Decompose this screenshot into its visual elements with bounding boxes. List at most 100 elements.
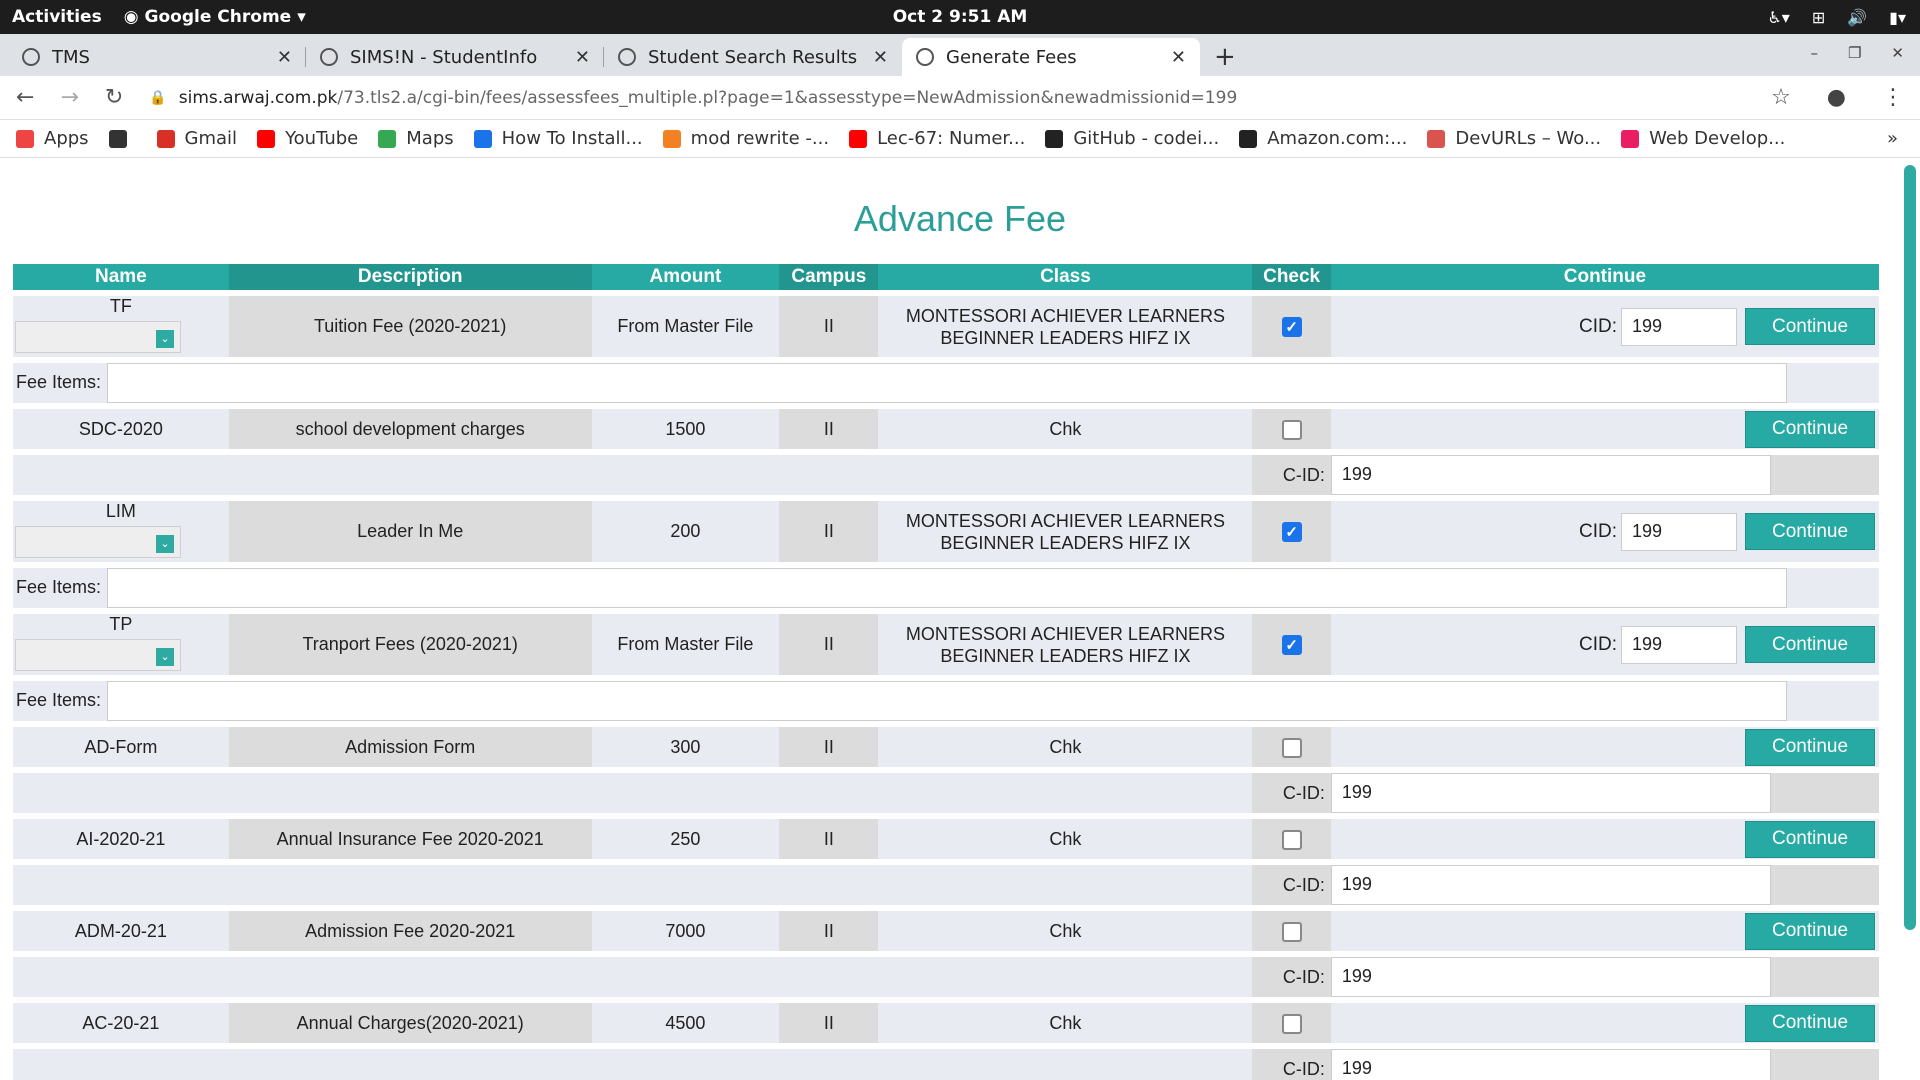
cid-input[interactable]: 199 (1621, 307, 1737, 346)
bookmark-item[interactable]: mod rewrite -... (662, 128, 830, 149)
fee-checkbox[interactable]: ✓ (1281, 317, 1302, 338)
bookmark-item[interactable]: Gmail (156, 128, 237, 149)
cid2-input[interactable]: 199 (1330, 1049, 1771, 1080)
continue-button[interactable]: Continue (1745, 912, 1875, 950)
fee-checkbox[interactable] (1281, 1013, 1302, 1034)
back-icon[interactable]: ← (16, 85, 34, 110)
cid2-cell: 199 (1330, 773, 1879, 813)
close-window-icon[interactable]: ✕ (1891, 44, 1904, 62)
fee-items-label: Fee Items: (16, 689, 102, 710)
cid2-input[interactable]: 199 (1330, 957, 1771, 997)
globe-icon (916, 48, 934, 66)
fee-checkbox[interactable] (1281, 829, 1302, 850)
fee-amount: From Master File (591, 614, 780, 675)
scrollbar[interactable] (1904, 165, 1916, 930)
fee-items-input[interactable] (107, 363, 1788, 403)
fee-campus: II (779, 911, 879, 951)
cid2-input[interactable]: 199 (1330, 773, 1771, 813)
fee-class: Chk (878, 911, 1253, 951)
star-icon[interactable]: ☆ (1771, 85, 1791, 110)
accessibility-icon[interactable]: ♿▾ (1767, 8, 1789, 27)
fee-name-select[interactable]: ⌄ (15, 321, 181, 353)
clock[interactable]: Oct 2 9:51 AM (893, 7, 1028, 27)
fee-row: SDC-2020 school development charges 1500 II… (13, 409, 1879, 449)
minimize-icon[interactable]: – (1810, 44, 1818, 62)
bookmark-label: Lec-67: Numer... (877, 128, 1026, 149)
volume-icon[interactable]: 🔊 (1847, 8, 1867, 27)
fee-name-cell: ADM-20-21 (13, 911, 229, 951)
tab-generate-fees[interactable]: Generate Fees ✕ (902, 38, 1200, 76)
fee-amount: 300 (591, 727, 780, 767)
bookmark-item[interactable]: GitHub - codei... (1045, 128, 1219, 149)
fee-items-input[interactable] (107, 681, 1788, 721)
bookmark-item[interactable]: YouTube (257, 128, 358, 149)
bookmark-item[interactable] (108, 129, 137, 148)
bookmark-item[interactable]: DevURLs – Wo... (1427, 128, 1601, 149)
continue-button[interactable]: Continue (1745, 513, 1875, 550)
continue-button[interactable]: Continue (1745, 1004, 1875, 1042)
fee-amount: 250 (591, 819, 780, 859)
tab-studentinfo[interactable]: SIMS!N - StudentInfo ✕ (306, 38, 604, 76)
lock-icon[interactable]: 🔒 (149, 90, 166, 106)
fee-checkbox[interactable] (1281, 737, 1302, 758)
fee-checkbox[interactable] (1281, 419, 1302, 440)
bookmark-item[interactable]: Amazon.com:... (1239, 128, 1407, 149)
bookmark-item[interactable]: Web Develop... (1621, 128, 1785, 149)
bookmarks-overflow-icon[interactable]: » (1887, 128, 1898, 149)
close-icon[interactable]: ✕ (1171, 47, 1186, 68)
gmail-icon (156, 129, 175, 148)
tab-tms[interactable]: TMS ✕ (8, 38, 306, 76)
close-icon[interactable]: ✕ (575, 47, 590, 68)
bookmark-label: mod rewrite -... (690, 128, 830, 149)
fee-row: TF ⌄ Tuition Fee (2020-2021) From Master Fi… (13, 296, 1879, 357)
cid-input[interactable]: 199 (1621, 512, 1737, 551)
fee-campus: II (779, 1003, 879, 1043)
cid-row-spacer (13, 1049, 1253, 1080)
fee-name-cell: LIM ⌄ (13, 501, 229, 562)
network-icon[interactable]: ⊞ (1812, 8, 1825, 27)
reload-icon[interactable]: ↻ (105, 85, 123, 110)
bookmark-item[interactable]: Lec-67: Numer... (849, 128, 1025, 149)
continue-cell: CID: 199 Continue (1330, 614, 1879, 675)
continue-button[interactable]: Continue (1745, 728, 1875, 766)
cid2-input[interactable]: 199 (1330, 865, 1771, 905)
system-tray[interactable]: ♿▾ ⊞ 🔊 ▮▾ (1767, 8, 1906, 27)
app-menu[interactable]: ◉ Google Chrome ▾ (124, 7, 306, 27)
restore-icon[interactable]: ❐ (1848, 44, 1861, 62)
menu-icon[interactable]: ⋮ (1882, 85, 1904, 110)
fee-items-label: Fee Items: (16, 576, 102, 597)
fee-checkbox[interactable]: ✓ (1281, 522, 1302, 543)
fee-campus: II (779, 727, 879, 767)
close-icon[interactable]: ✕ (277, 47, 292, 68)
fee-checkbox[interactable] (1281, 921, 1302, 942)
fee-items-input[interactable] (107, 568, 1788, 608)
header-description: Description (228, 264, 592, 290)
fee-description: Admission Fee 2020-2021 (228, 911, 592, 951)
fee-items-cell: Fee Items: (13, 363, 1879, 403)
cid-input[interactable]: 199 (1621, 625, 1737, 664)
tab-label: SIMS!N - StudentInfo (350, 46, 538, 68)
activities-button[interactable]: Activities (12, 7, 102, 27)
fee-checkbox[interactable]: ✓ (1281, 635, 1302, 656)
cid2-label: C-ID: (1252, 455, 1331, 495)
continue-button[interactable]: Continue (1745, 410, 1875, 448)
chevron-down-icon: ⌄ (156, 535, 174, 553)
bookmark-item[interactable]: Maps (378, 128, 454, 149)
cid2-input[interactable]: 199 (1330, 455, 1771, 495)
continue-button[interactable]: Continue (1745, 626, 1875, 663)
close-icon[interactable]: ✕ (873, 47, 888, 68)
tab-student-search[interactable]: Student Search Results ✕ (604, 38, 902, 76)
battery-icon[interactable]: ▮▾ (1889, 8, 1906, 27)
url-field[interactable]: 🔒 sims.arwaj.com.pk/73.tls2.a/cgi-bin/fee… (149, 88, 1751, 108)
bookmark-item[interactable]: How To Install... (473, 128, 643, 149)
new-tab-button[interactable]: + (1214, 42, 1236, 76)
forward-icon[interactable]: → (60, 85, 78, 110)
account-icon[interactable]: ● (1827, 85, 1846, 110)
fee-name-select[interactable]: ⌄ (15, 526, 181, 558)
continue-button[interactable]: Continue (1745, 308, 1875, 345)
continue-button[interactable]: Continue (1745, 820, 1875, 858)
fee-items-label: Fee Items: (16, 371, 102, 392)
fee-name-select[interactable]: ⌄ (15, 639, 181, 671)
window-controls: – ❐ ✕ (1810, 44, 1904, 62)
bookmark-item[interactable]: Apps (16, 128, 89, 149)
